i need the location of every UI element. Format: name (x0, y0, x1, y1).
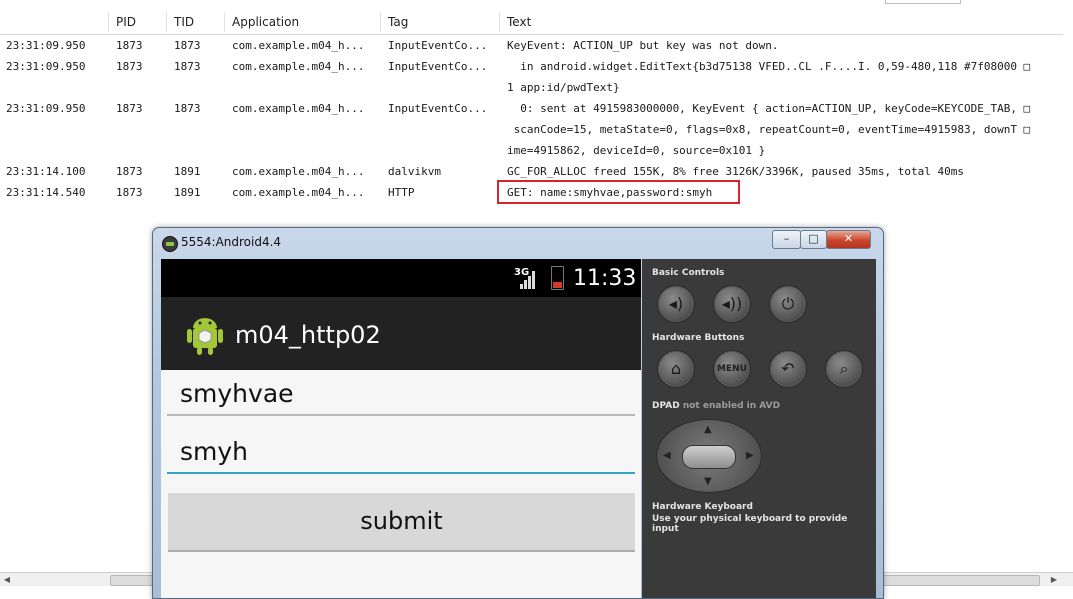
log-pid: 1873 (116, 186, 143, 199)
log-pid: 1873 (116, 102, 143, 115)
dpad-down-icon[interactable]: ▼ (704, 476, 712, 487)
log-text: 0: sent at 4915983000000, KeyEvent { act… (507, 102, 1031, 115)
close-button[interactable]: ✕ (826, 230, 871, 249)
hardware-buttons-label: Hardware Buttons (652, 333, 745, 343)
log-text: GC_FOR_ALLOC freed 155K, 8% free 3126K/3… (507, 165, 964, 178)
log-row[interactable]: 23:31:09.950 1873 1873 com.example.m04_h… (0, 60, 1063, 81)
column-header-pid[interactable]: PID (116, 15, 136, 29)
log-tag: InputEventCo... (388, 39, 488, 52)
password-field[interactable]: smyh (167, 430, 635, 474)
highlight-box (497, 180, 740, 204)
dpad-note: not enabled in AVD (682, 401, 781, 411)
log-pid: 1873 (116, 39, 143, 52)
dpad-control[interactable]: ▲ ▼ ◀ ▶ (656, 419, 762, 493)
basic-controls-label: Basic Controls (652, 268, 725, 278)
log-text-continuation: 1 app:id/pwdText} (507, 81, 620, 94)
maximize-button[interactable]: □ (800, 230, 827, 249)
column-header-tid[interactable]: TID (174, 15, 194, 29)
username-value: smyhvae (180, 379, 294, 408)
log-row[interactable]: 23:31:09.950 1873 1873 com.example.m04_h… (0, 39, 1063, 60)
volume-up-icon[interactable]: ◂)) (713, 285, 751, 323)
status-clock: 11:33 (573, 266, 637, 291)
device-screen: 3G 11:33 m04_http02 smyhvae smyh submit (161, 259, 641, 598)
log-tag: InputEventCo... (388, 102, 488, 115)
log-tid: 1891 (174, 186, 201, 199)
log-pid: 1873 (116, 165, 143, 178)
log-row[interactable]: 23:31:09.950 1873 1873 com.example.m04_h… (0, 102, 1063, 123)
log-tag: dalvikvm (388, 165, 441, 178)
hardware-keyboard-note: Use your physical keyboard to provide in… (652, 514, 848, 534)
android-logo-icon (187, 318, 223, 355)
log-application: com.example.m04_h... (232, 186, 365, 199)
minimize-button[interactable]: – (772, 230, 801, 249)
column-header-tag[interactable]: Tag (388, 15, 408, 29)
log-application: com.example.m04_h... (232, 165, 365, 178)
dpad-up-icon[interactable]: ▲ (704, 424, 712, 435)
menu-button[interactable]: MENU (713, 350, 751, 388)
home-icon[interactable]: ⌂ (657, 350, 695, 388)
column-header-text[interactable]: Text (507, 15, 531, 29)
log-time: 23:31:14.100 (6, 165, 86, 178)
log-tag: InputEventCo... (388, 60, 488, 73)
dpad-left-icon[interactable]: ◀ (663, 450, 671, 461)
emulator-window: 5554:Android4.4 – □ ✕ 3G 11:33 m04_http0… (152, 227, 884, 599)
log-tid: 1891 (174, 165, 201, 178)
log-text-continuation: scanCode=15, metaState=0, flags=0x8, rep… (507, 123, 1031, 136)
power-icon[interactable]: ⏻ (769, 285, 807, 323)
volume-down-icon[interactable]: ◂) (657, 285, 695, 323)
log-tid: 1873 (174, 39, 201, 52)
scroll-left-icon[interactable]: ◀ (0, 573, 14, 586)
log-text: in android.widget.EditText{b3d75138 VFED… (507, 60, 1031, 73)
log-tid: 1873 (174, 60, 201, 73)
app-title: m04_http02 (235, 321, 381, 349)
log-application: com.example.m04_h... (232, 102, 365, 115)
action-bar: m04_http02 (161, 297, 641, 370)
hardware-keyboard-label: Hardware Keyboard (652, 502, 753, 512)
username-field[interactable]: smyhvae (167, 372, 635, 416)
log-pid: 1873 (116, 60, 143, 73)
log-time: 23:31:09.950 (6, 102, 86, 115)
logcat-header: PID TID Application Tag Text (0, 0, 1063, 35)
scroll-right-icon[interactable]: ▶ (1047, 573, 1061, 586)
log-time: 23:31:09.950 (6, 60, 86, 73)
back-icon[interactable]: ↶ (769, 350, 807, 388)
log-application: com.example.m04_h... (232, 39, 365, 52)
dpad-right-icon[interactable]: ▶ (746, 450, 754, 461)
log-tag: HTTP (388, 186, 415, 199)
scroll-thumb[interactable] (110, 575, 157, 586)
battery-icon (551, 266, 564, 290)
scroll-thumb-secondary[interactable] (878, 575, 1040, 586)
log-text: KeyEvent: ACTION_UP but key was not down… (507, 39, 779, 52)
submit-button[interactable]: submit (168, 493, 635, 552)
password-value: smyh (180, 437, 249, 466)
column-header-application[interactable]: Application (232, 15, 299, 29)
log-tid: 1873 (174, 102, 201, 115)
log-application: com.example.m04_h... (232, 60, 365, 73)
dpad-label: DPAD not enabled in AVD (652, 401, 781, 411)
signal-icon (520, 271, 538, 289)
search-icon[interactable]: ⌕ (825, 350, 863, 388)
emulator-app-icon (162, 236, 178, 252)
emulator-controls-panel: Basic Controls ◂) ◂)) ⏻ Hardware Buttons… (642, 259, 876, 598)
dpad-center-button[interactable] (682, 445, 736, 469)
emulator-window-title: 5554:Android4.4 (181, 235, 282, 249)
log-time: 23:31:09.950 (6, 39, 86, 52)
log-text-continuation: ime=4915862, deviceId=0, source=0x101 } (507, 144, 766, 157)
log-time: 23:31:14.540 (6, 186, 86, 199)
status-bar: 3G 11:33 (161, 259, 641, 297)
